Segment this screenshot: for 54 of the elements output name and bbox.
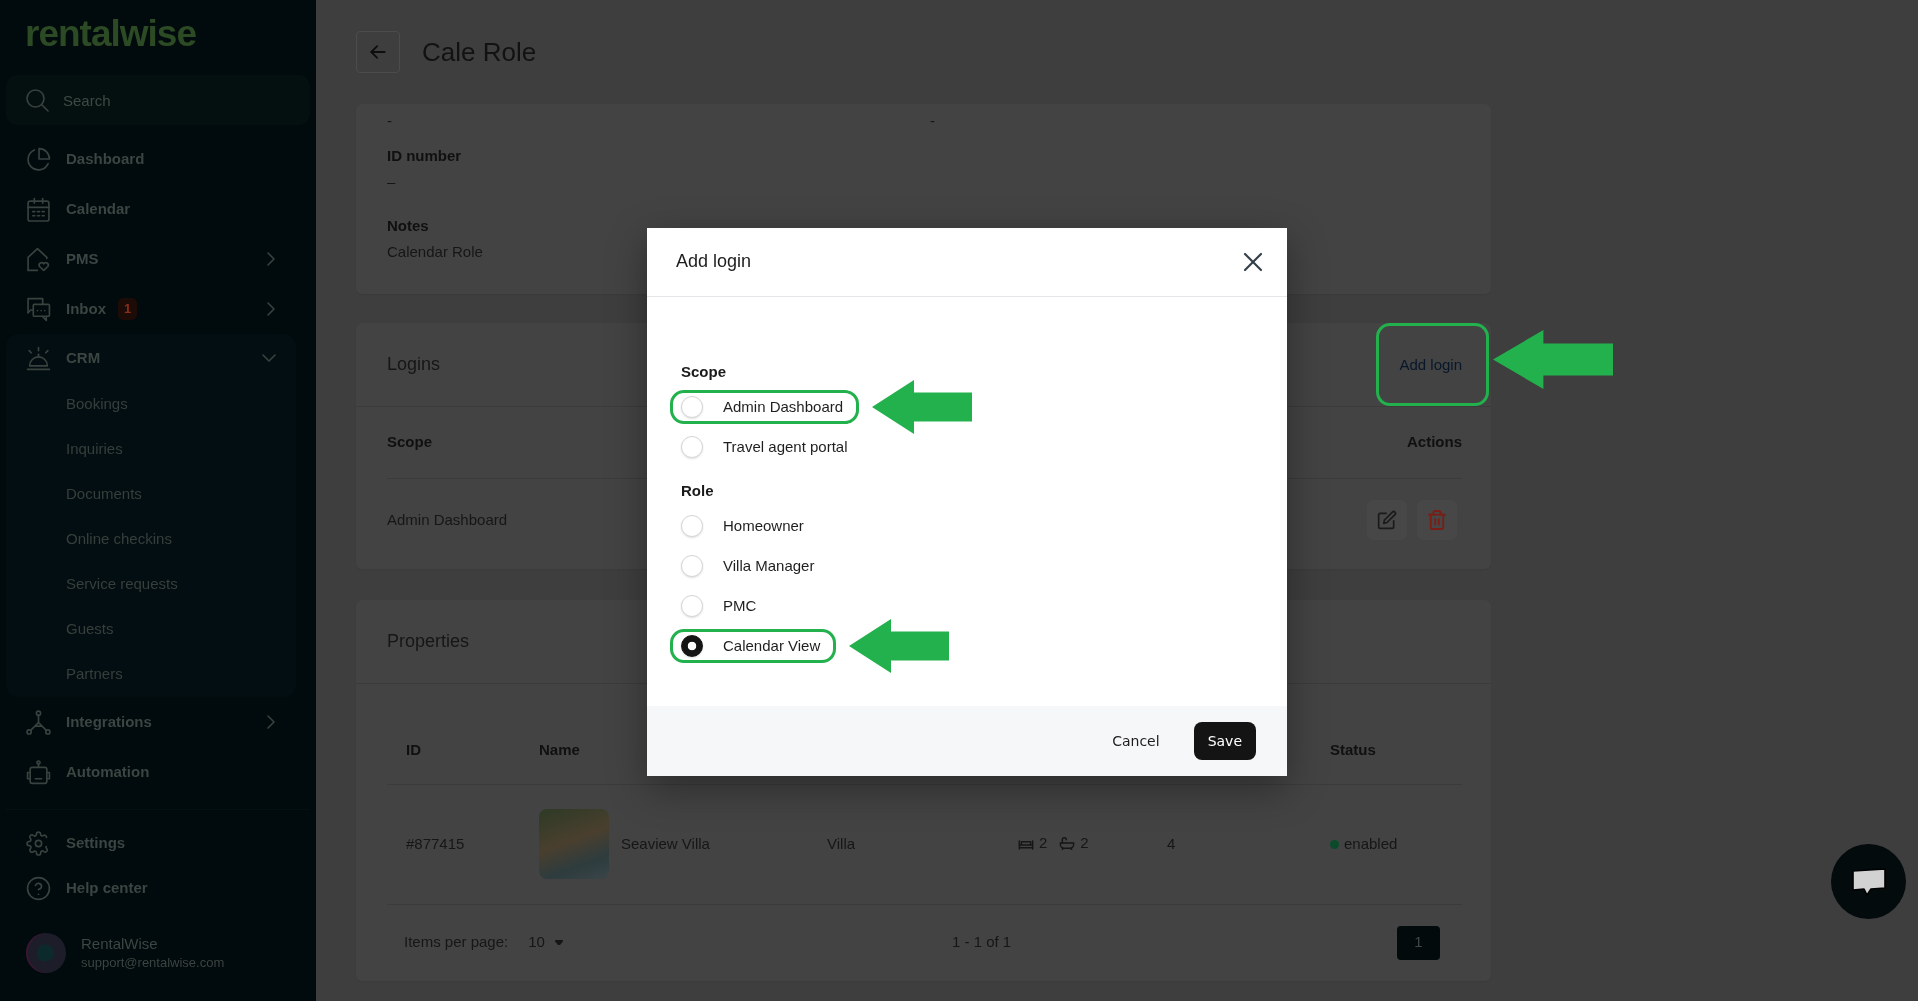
group-label: Scope [681, 363, 727, 381]
nav-item[interactable]: Inbox [26, 296, 106, 322]
chat-icon [26, 296, 51, 322]
close-icon [1243, 252, 1263, 272]
back-arrow-icon [368, 42, 388, 62]
add-login-button[interactable]: Add login [1399, 347, 1462, 382]
group-label: Role [681, 482, 715, 500]
notification-badge: 1 [118, 298, 138, 320]
settings-icon [26, 831, 51, 856]
trash-icon [1428, 510, 1446, 531]
nav-item[interactable]: CRM [26, 345, 101, 371]
cancel-button[interactable]: Cancel [1112, 722, 1160, 760]
radio-label[interactable]: Calendar View [723, 636, 821, 656]
radio-label[interactable]: Admin Dashboard [723, 397, 844, 417]
service-bell-icon [26, 345, 51, 371]
robot-icon [26, 759, 51, 785]
save-button[interactable]: Save [1193, 722, 1256, 760]
search-field[interactable]: Search [6, 75, 310, 125]
radio-label[interactable]: Homeowner [723, 516, 804, 536]
user-email: support@rentalwise.com [81, 954, 225, 972]
radio-label[interactable]: Travel agent portal [723, 437, 848, 457]
nav-item[interactable]: Integrations [26, 709, 152, 735]
radio-button[interactable] [681, 635, 703, 657]
field-value: - [387, 111, 392, 131]
photo-placeholder [539, 809, 609, 879]
speech-bubble-icon [1850, 866, 1887, 897]
nav-item[interactable]: Help center [26, 876, 148, 901]
radio-label[interactable]: PMC [723, 596, 757, 616]
calendar-icon [26, 196, 51, 222]
field-value: - [930, 111, 935, 131]
logo: rentalwise [25, 15, 196, 52]
radio-label[interactable]: Villa Manager [723, 556, 815, 576]
page-button[interactable]: 1 [1397, 925, 1440, 960]
user-name: RentalWise [81, 934, 159, 954]
avatar [26, 933, 66, 973]
delete-button[interactable] [1417, 500, 1457, 541]
nav-item[interactable]: Settings [26, 831, 126, 856]
field-value: – [387, 172, 396, 192]
pie-chart-icon [26, 146, 51, 172]
nav-item[interactable]: Calendar [26, 196, 131, 222]
nav-item[interactable]: Dashboard [26, 146, 145, 172]
modal-title: Add login [676, 251, 752, 273]
edit-icon [1377, 510, 1397, 531]
edit-button[interactable] [1367, 500, 1407, 541]
nav-item[interactable]: PMS [26, 246, 99, 272]
bathtub-icon [1059, 835, 1076, 850]
house-heart-icon [26, 246, 51, 272]
close-button[interactable] [1243, 252, 1263, 272]
network-icon [26, 709, 51, 735]
nav-item[interactable]: Automation [26, 759, 150, 785]
back-button[interactable] [356, 31, 400, 73]
help-icon [26, 876, 51, 901]
search-icon [25, 88, 49, 112]
caret-down-icon [554, 940, 563, 945]
